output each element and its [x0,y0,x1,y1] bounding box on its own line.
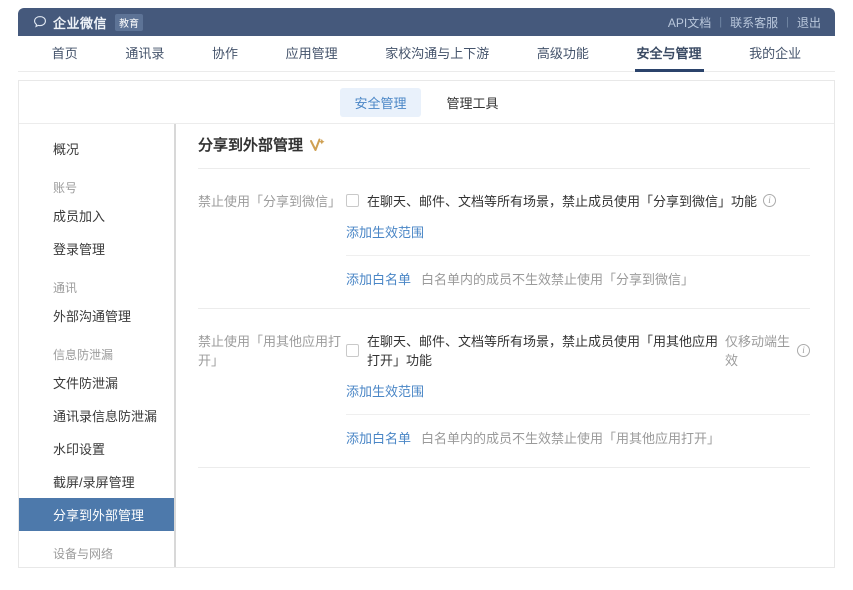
sidebar-item-device-management[interactable]: 设备管理 [19,565,174,568]
tab-security-management[interactable]: 安全管理 [340,88,420,117]
sidebar-item-watermark-settings[interactable]: 水印设置 [19,432,174,465]
forbid-share-to-wechat-checkbox[interactable] [346,194,359,207]
subtab-bar: 安全管理 管理工具 [19,81,834,123]
nav-item-school-upstream[interactable]: 家校沟通与上下游 [383,36,491,72]
contact-support-link[interactable]: 联系客服 [730,14,778,31]
sidebar-section-account: 账号 [19,165,174,199]
sidebar-section-device-network: 设备与网络 [19,531,174,565]
separator: | [719,16,722,28]
nav-item-advanced-features[interactable]: 高级功能 [535,36,591,72]
separator: | [786,16,789,28]
sidebar-item-contacts-leak-prevention[interactable]: 通讯录信息防泄漏 [19,399,174,432]
info-icon[interactable]: i [763,194,776,207]
forbid-open-with-other-apps-checkbox[interactable] [346,344,359,357]
setting-label: 禁止使用「分享到微信」 [198,191,346,288]
edition-badge: 教育 [115,14,143,31]
page: 企业微信 教育 API文档 | 联系客服 | 退出 首页 通讯录 协作 应用管理… [18,8,835,568]
setting-share-to-wechat: 禁止使用「分享到微信」 在聊天、邮件、文档等所有场景，禁止成员使用「分享到微信」… [198,169,810,288]
card-body: 概况 账号 成员加入 登录管理 通讯 外部沟通管理 信息防泄漏 文件防泄漏 通讯… [19,124,834,568]
premium-feature-icon [309,138,325,153]
checkbox-description: 在聊天、邮件、文档等所有场景，禁止成员使用「用其他应用打开」功能 [367,331,719,369]
add-scope-link[interactable]: 添加生效范围 [346,384,424,399]
add-whitelist-link[interactable]: 添加白名单 [346,269,411,288]
setting-body: 在聊天、邮件、文档等所有场景，禁止成员使用「分享到微信」功能 i 添加生效范围 … [346,191,810,288]
nav-item-security-management[interactable]: 安全与管理 [635,36,704,72]
title-row: 分享到外部管理 [198,124,810,155]
whitelist-description: 白名单内的成员不生效禁止使用「用其他应用打开」 [421,428,720,447]
sidebar-item-file-leak-prevention[interactable]: 文件防泄漏 [19,366,174,399]
sidebar-item-external-communication[interactable]: 外部沟通管理 [19,299,174,332]
divider [198,467,810,468]
sidebar-item-screenshot-recording[interactable]: 截屏/录屏管理 [19,465,174,498]
scope-line: 添加生效范围 [346,381,810,401]
api-docs-link[interactable]: API文档 [668,14,711,31]
content-card: 安全管理 管理工具 概况 账号 成员加入 登录管理 通讯 外部沟通管理 信息防泄… [18,80,835,568]
nav-item-collaboration[interactable]: 协作 [210,36,240,72]
sidebar-section-communication: 通讯 [19,265,174,299]
setting-body: 在聊天、邮件、文档等所有场景，禁止成员使用「用其他应用打开」功能 仅移动端生效 … [346,331,810,447]
whitelist-line: 添加白名单 白名单内的成员不生效禁止使用「分享到微信」 [346,269,810,288]
topbar: 企业微信 教育 API文档 | 联系客服 | 退出 [18,8,835,36]
logo: 企业微信 教育 [32,13,143,32]
add-scope-link[interactable]: 添加生效范围 [346,225,424,240]
nav-item-app-management[interactable]: 应用管理 [284,36,340,72]
sidebar: 概况 账号 成员加入 登录管理 通讯 外部沟通管理 信息防泄漏 文件防泄漏 通讯… [19,124,176,568]
whitelist-description: 白名单内的成员不生效禁止使用「分享到微信」 [421,269,694,288]
setting-open-with-other-apps: 禁止使用「用其他应用打开」 在聊天、邮件、文档等所有场景，禁止成员使用「用其他应… [198,309,810,447]
checkbox-description: 在聊天、邮件、文档等所有场景，禁止成员使用「分享到微信」功能 [367,191,757,210]
topbar-links: API文档 | 联系客服 | 退出 [668,14,821,31]
sidebar-item-member-join[interactable]: 成员加入 [19,199,174,232]
nav-item-home[interactable]: 首页 [50,36,80,72]
checkbox-note: 仅移动端生效 [725,331,791,369]
checkbox-line: 在聊天、邮件、文档等所有场景，禁止成员使用「分享到微信」功能 i [346,191,810,210]
sidebar-item-share-external[interactable]: 分享到外部管理 [19,498,174,531]
nav-item-contacts[interactable]: 通讯录 [123,36,166,72]
whitelist-line: 添加白名单 白名单内的成员不生效禁止使用「用其他应用打开」 [346,428,810,447]
nav-item-my-company[interactable]: 我的企业 [747,36,803,72]
wecom-bubble-icon [32,14,48,30]
sidebar-item-login-management[interactable]: 登录管理 [19,232,174,265]
checkbox-line: 在聊天、邮件、文档等所有场景，禁止成员使用「用其他应用打开」功能 仅移动端生效 … [346,331,810,369]
setting-label: 禁止使用「用其他应用打开」 [198,331,346,447]
sidebar-section-info-leak-prevention: 信息防泄漏 [19,332,174,366]
tab-management-tools[interactable]: 管理工具 [433,88,513,117]
app-title: 企业微信 [53,13,107,32]
divider [346,255,810,256]
page-title: 分享到外部管理 [198,134,303,155]
main-panel: 分享到外部管理 禁止使用「分享到微信」 在聊天、邮件、文档等所有场景，禁止成员使… [176,124,834,568]
divider [346,414,810,415]
primary-nav: 首页 通讯录 协作 应用管理 家校沟通与上下游 高级功能 安全与管理 我的企业 [18,36,835,72]
scope-line: 添加生效范围 [346,222,810,242]
sidebar-item-overview[interactable]: 概况 [19,132,174,165]
logout-link[interactable]: 退出 [797,14,821,31]
add-whitelist-link[interactable]: 添加白名单 [346,428,411,447]
info-icon[interactable]: i [797,344,810,357]
